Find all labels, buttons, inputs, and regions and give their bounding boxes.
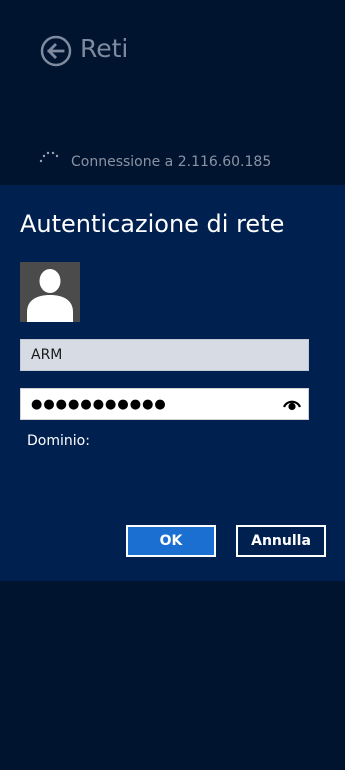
password-field[interactable]: ●●●●●●●●●●●	[20, 388, 309, 420]
domain-label: Dominio:	[27, 433, 90, 449]
back-arrow-icon	[40, 35, 72, 67]
connection-status: Connessione a 2.116.60.185	[71, 154, 272, 170]
cancel-button[interactable]: Annulla	[236, 525, 326, 557]
networks-pane-lower	[0, 581, 345, 770]
avatar	[20, 262, 80, 322]
back-button[interactable]	[40, 35, 72, 67]
networks-pane: Reti Connessione a 2.116.60.185	[0, 0, 345, 185]
loading-spinner-icon	[38, 148, 64, 168]
username-field[interactable]: ARM	[20, 339, 309, 371]
reveal-password-button[interactable]	[282, 396, 302, 412]
network-auth-dialog: Autenticazione di rete ARM ●●●●●●●●●●● D…	[0, 185, 345, 581]
user-avatar-icon	[27, 269, 73, 322]
dialog-title: Autenticazione di rete	[20, 210, 285, 238]
eye-icon	[282, 400, 302, 411]
password-value: ●●●●●●●●●●●	[31, 397, 167, 412]
ok-button[interactable]: OK	[126, 525, 216, 557]
page-title: Reti	[80, 34, 129, 63]
